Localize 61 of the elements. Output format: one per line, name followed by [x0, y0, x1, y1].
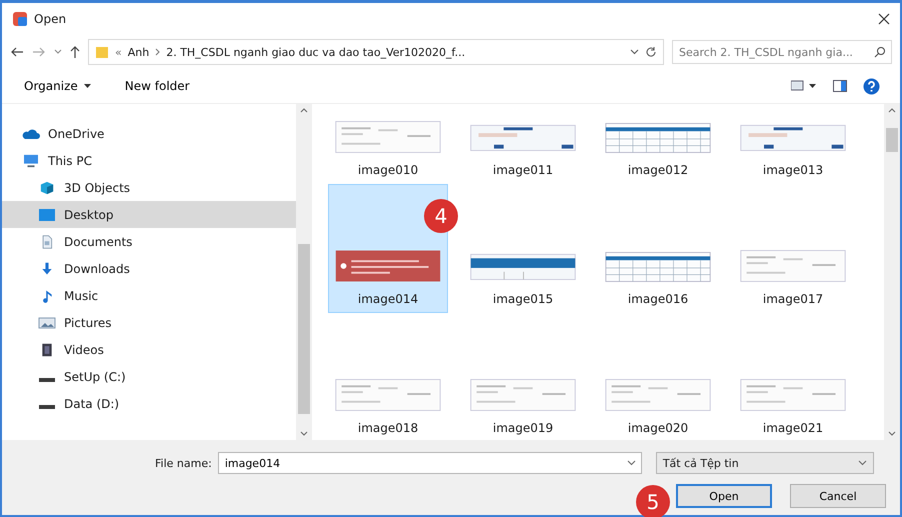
file-item[interactable]: image015 — [463, 184, 583, 313]
drive-icon — [39, 378, 55, 382]
preview-pane-icon[interactable] — [833, 80, 847, 92]
file-item[interactable]: image016 — [598, 184, 718, 313]
scrollbar-thumb[interactable] — [886, 128, 898, 152]
folder-icon — [95, 45, 109, 59]
cancel-button[interactable]: Cancel — [790, 484, 886, 508]
sidebar-item[interactable]: Videos — [2, 336, 296, 363]
dropdown-chevron-icon — [858, 460, 867, 466]
search-icon — [874, 46, 886, 58]
sidebar-item[interactable]: Documents — [2, 228, 296, 255]
dropdown-chevron-icon[interactable] — [626, 460, 636, 466]
organize-menu-button[interactable]: Organize — [22, 77, 93, 95]
breadcrumb-item[interactable]: Anh — [128, 46, 150, 58]
pictures-icon — [38, 316, 56, 330]
scrollbar[interactable] — [296, 104, 312, 440]
recent-locations-chevron-icon[interactable] — [54, 49, 62, 55]
file-name-label: File name: — [155, 456, 212, 470]
search-field[interactable]: Search 2. TH_CSDL nganh gia... — [672, 40, 892, 64]
scrollbar[interactable] — [884, 104, 900, 440]
sidebar-item[interactable]: OneDrive — [2, 120, 296, 147]
file-item[interactable]: image019 — [463, 313, 583, 440]
refresh-icon[interactable] — [645, 46, 657, 58]
dropdown-chevron-icon[interactable] — [630, 49, 639, 55]
help-icon[interactable] — [863, 78, 880, 94]
file-item[interactable]: image021 — [733, 313, 853, 440]
sidebar-item[interactable]: Desktop — [2, 201, 296, 228]
cube-icon — [38, 180, 56, 194]
app-logo-icon — [12, 11, 28, 27]
file-item[interactable]: image018 — [328, 313, 448, 440]
window-title: Open — [34, 12, 68, 26]
sidebar-item[interactable]: SetUp (C:) — [2, 363, 296, 390]
sidebar-item[interactable]: Music — [2, 282, 296, 309]
back-arrow-icon[interactable] — [10, 47, 24, 57]
file-name-field[interactable]: image014 — [218, 452, 642, 474]
desktop-icon — [38, 208, 56, 222]
address-bar[interactable]: « Anh 2. TH_CSDL nganh giao duc va dao tao_Ver102020_f... — [88, 39, 664, 65]
dropdown-triangle-icon — [84, 84, 91, 88]
breadcrumb-item[interactable]: 2. TH_CSDL nganh giao duc va dao tao_Ver102020_f... — [166, 46, 466, 58]
up-arrow-icon[interactable] — [70, 45, 80, 59]
file-item[interactable]: image011 — [463, 104, 583, 184]
new-folder-button[interactable]: New folder — [122, 77, 192, 95]
file-item[interactable]: image017 — [733, 184, 853, 313]
sidebar-item[interactable]: Pictures — [2, 309, 296, 336]
file-item[interactable]: image010 — [328, 104, 448, 184]
sidebar-item[interactable]: Downloads — [2, 255, 296, 282]
drive-icon — [39, 404, 55, 408]
sidebar-item[interactable]: This PC — [2, 147, 296, 174]
file-item[interactable]: image012 — [598, 104, 718, 184]
cloud-icon — [22, 126, 40, 140]
sidebar-item[interactable]: 3D Objects — [2, 174, 296, 201]
open-button[interactable]: Open — [676, 484, 772, 508]
computer-icon — [22, 154, 40, 168]
file-type-dropdown[interactable]: Tất cả Tệp tin — [656, 452, 874, 474]
sidebar-item[interactable]: Data (D:) — [2, 390, 296, 417]
overflow-chevrons[interactable]: « — [115, 46, 122, 58]
view-options-icon[interactable] — [791, 80, 817, 92]
close-icon[interactable] — [878, 13, 890, 25]
file-item[interactable]: image013 — [733, 104, 853, 184]
file-item[interactable]: image020 — [598, 313, 718, 440]
scrollbar-thumb[interactable] — [298, 244, 310, 414]
